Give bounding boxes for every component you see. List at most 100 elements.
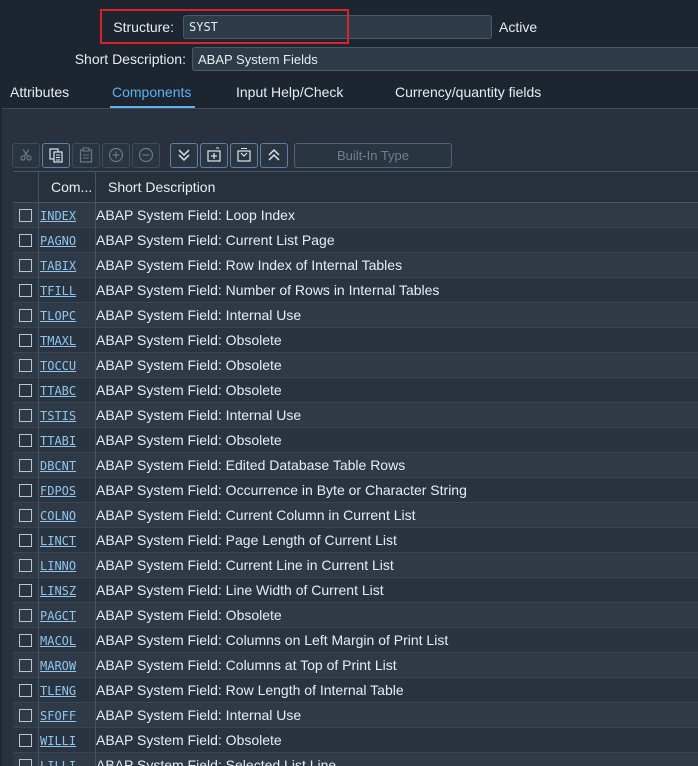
component-name-link[interactable]: TSTIS	[39, 409, 76, 423]
table-row[interactable]: TSTIS ABAP System Field: Internal Use	[13, 403, 698, 428]
row-checkbox[interactable]	[19, 483, 32, 497]
component-name-cell: TTABI	[39, 432, 96, 448]
table-row[interactable]: LINCT ABAP System Field: Page Length of C…	[13, 528, 698, 553]
component-name-link[interactable]: TOCCU	[39, 359, 76, 373]
component-name-link[interactable]: LILLI	[39, 759, 76, 766]
table-row[interactable]: DBCNT ABAP System Field: Edited Database …	[13, 453, 698, 478]
row-checkbox[interactable]	[19, 358, 32, 372]
row-select-cell	[13, 358, 39, 372]
component-name-link[interactable]: DBCNT	[39, 459, 76, 473]
table-row[interactable]: SFOFF ABAP System Field: Internal Use	[13, 703, 698, 728]
short-description-input[interactable]: ABAP System Fields	[192, 47, 698, 71]
row-select-cell	[13, 283, 39, 297]
scissors-icon[interactable]	[12, 142, 40, 168]
table-row[interactable]: PAGCT ABAP System Field: Obsolete	[13, 603, 698, 628]
table-row[interactable]: FDPOS ABAP System Field: Occurrence in By…	[13, 478, 698, 503]
row-checkbox[interactable]	[19, 508, 32, 522]
component-description-cell: ABAP System Field: Row Index of Internal…	[96, 257, 698, 273]
component-description: ABAP System Field: Internal Use	[96, 307, 302, 323]
row-checkbox[interactable]	[19, 433, 32, 447]
table-row[interactable]: TMAXL ABAP System Field: Obsolete	[13, 328, 698, 353]
row-select-cell	[13, 233, 39, 247]
tab-input-help-check[interactable]: Input Help/Check	[236, 84, 343, 100]
component-name-link[interactable]: MACOL	[39, 634, 76, 648]
row-checkbox[interactable]	[19, 308, 32, 322]
row-checkbox[interactable]	[19, 733, 32, 747]
row-checkbox[interactable]	[19, 258, 32, 272]
collapse-up-icon[interactable]	[260, 142, 288, 168]
component-description: ABAP System Field: Obsolete	[96, 607, 282, 623]
select-entry-icon[interactable]	[230, 142, 258, 168]
component-description: ABAP System Field: Occurrence in Byte or…	[96, 482, 467, 498]
component-name-link[interactable]: LINSZ	[39, 584, 76, 598]
paste-icon[interactable]	[72, 142, 100, 168]
new-entry-icon[interactable]	[200, 142, 228, 168]
table-row[interactable]: TTABI ABAP System Field: Obsolete	[13, 428, 698, 453]
table-row[interactable]: MAROW ABAP System Field: Columns at Top o…	[13, 653, 698, 678]
row-checkbox[interactable]	[19, 758, 32, 766]
row-checkbox[interactable]	[19, 558, 32, 572]
row-checkbox[interactable]	[19, 683, 32, 697]
component-name-link[interactable]: COLNO	[39, 509, 76, 523]
component-name-link[interactable]: TLOPC	[39, 309, 76, 323]
row-checkbox[interactable]	[19, 408, 32, 422]
row-checkbox[interactable]	[19, 583, 32, 597]
row-checkbox[interactable]	[19, 708, 32, 722]
table-row[interactable]: TLENG ABAP System Field: Row Length of In…	[13, 678, 698, 703]
component-name-link[interactable]: SFOFF	[39, 709, 76, 723]
component-name-link[interactable]: MAROW	[39, 659, 76, 673]
column-header-component[interactable]: Com...	[39, 179, 96, 195]
row-checkbox[interactable]	[19, 233, 32, 247]
table-row[interactable]: LINNO ABAP System Field: Current Line in …	[13, 553, 698, 578]
component-name-link[interactable]: WILLI	[39, 734, 76, 748]
component-name-cell: INDEX	[39, 207, 96, 223]
table-row[interactable]: LINSZ ABAP System Field: Line Width of Cu…	[13, 578, 698, 603]
insert-row-icon[interactable]	[102, 142, 130, 168]
component-name-link[interactable]: PAGCT	[39, 609, 76, 623]
component-name-link[interactable]: TFILL	[39, 284, 76, 298]
component-name-link[interactable]: TTABI	[39, 434, 76, 448]
table-row[interactable]: LILLI ABAP System Field: Selected List Li…	[13, 753, 698, 766]
component-name-link[interactable]: FDPOS	[39, 484, 76, 498]
table-row[interactable]: TFILL ABAP System Field: Number of Rows i…	[13, 278, 698, 303]
row-checkbox[interactable]	[19, 608, 32, 622]
row-checkbox[interactable]	[19, 633, 32, 647]
tab-currency-quantity-fields[interactable]: Currency/quantity fields	[395, 84, 541, 100]
table-row[interactable]: INDEX ABAP System Field: Loop Index	[13, 203, 698, 228]
row-checkbox[interactable]	[19, 333, 32, 347]
table-row[interactable]: TABIX ABAP System Field: Row Index of Int…	[13, 253, 698, 278]
component-name-link[interactable]: PAGNO	[39, 234, 76, 248]
tab-attributes[interactable]: Attributes	[10, 84, 69, 100]
row-checkbox[interactable]	[19, 533, 32, 547]
row-checkbox[interactable]	[19, 458, 32, 472]
table-row[interactable]: WILLI ABAP System Field: Obsolete	[13, 728, 698, 753]
tab-components[interactable]: Components	[112, 84, 191, 100]
component-description-cell: ABAP System Field: Line Width of Current…	[96, 582, 698, 598]
component-name-link[interactable]: INDEX	[39, 209, 76, 223]
row-checkbox[interactable]	[19, 208, 32, 222]
copy-icon[interactable]	[42, 142, 70, 168]
column-header-short-description[interactable]: Short Description	[96, 179, 698, 195]
component-name-link[interactable]: TLENG	[39, 684, 76, 698]
row-checkbox[interactable]	[19, 383, 32, 397]
structure-highlight	[100, 9, 349, 44]
component-description: ABAP System Field: Obsolete	[96, 382, 282, 398]
row-checkbox[interactable]	[19, 658, 32, 672]
table-row[interactable]: COLNO ABAP System Field: Current Column i…	[13, 503, 698, 528]
component-name-link[interactable]: LINNO	[39, 559, 76, 573]
table-row[interactable]: TLOPC ABAP System Field: Internal Use	[13, 303, 698, 328]
component-name-link[interactable]: LINCT	[39, 534, 76, 548]
column-divider	[38, 171, 39, 766]
built-in-type-button[interactable]: Built-In Type	[294, 142, 452, 168]
row-select-cell	[13, 558, 39, 572]
delete-row-icon[interactable]	[132, 142, 160, 168]
component-name-link[interactable]: TMAXL	[39, 334, 76, 348]
expand-down-icon[interactable]	[170, 142, 198, 168]
table-row[interactable]: TTABC ABAP System Field: Obsolete	[13, 378, 698, 403]
table-row[interactable]: TOCCU ABAP System Field: Obsolete	[13, 353, 698, 378]
table-row[interactable]: PAGNO ABAP System Field: Current List Pag…	[13, 228, 698, 253]
row-checkbox[interactable]	[19, 283, 32, 297]
component-name-link[interactable]: TTABC	[39, 384, 76, 398]
component-name-link[interactable]: TABIX	[39, 259, 76, 273]
table-row[interactable]: MACOL ABAP System Field: Columns on Left …	[13, 628, 698, 653]
